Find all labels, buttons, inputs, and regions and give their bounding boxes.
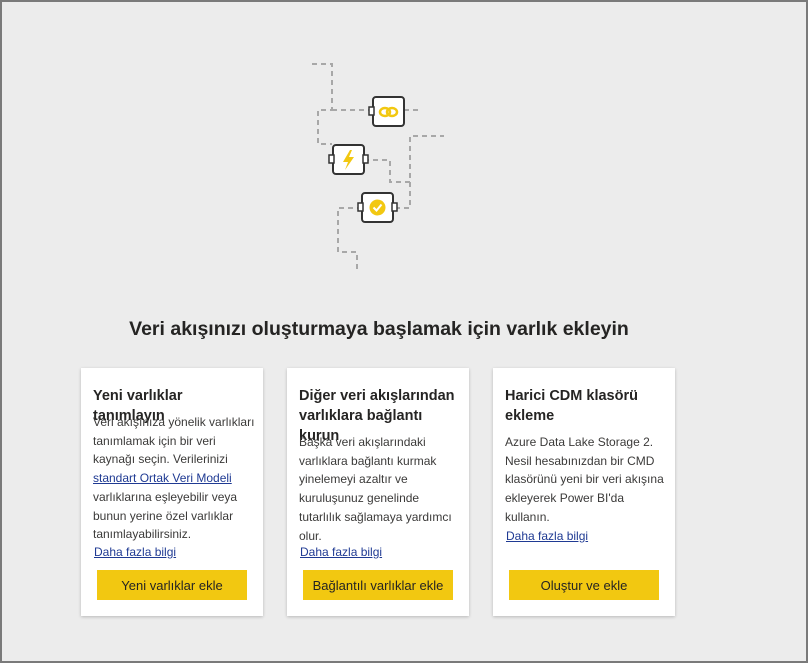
add-linked-entities-button[interactable]: Bağlantılı varlıklar ekle (303, 570, 453, 600)
link-node (368, 96, 405, 127)
card-external-cdm-folder: Harici CDM klasörü ekleme Azure Data Lak… (493, 368, 675, 616)
card-link-entities: Diğer veri akışlarından varlıklara bağla… (287, 368, 469, 616)
learn-more-link[interactable]: Daha fazla bilgi (94, 545, 176, 559)
certified-node (357, 192, 398, 223)
cdm-standard-link[interactable]: standart Ortak Veri Modeli (93, 471, 232, 485)
lightning-node (328, 144, 369, 175)
dataflow-start-page: Veri akışınızı oluşturmaya başlamak için… (0, 0, 808, 663)
learn-more-link[interactable]: Daha fazla bilgi (506, 529, 588, 543)
card-description: Başka veri akışlarındaki varlıklara bağl… (299, 435, 452, 543)
dataflow-illustration (312, 63, 444, 272)
learn-more-link[interactable]: Daha fazla bilgi (300, 545, 382, 559)
card-description: Veri akışınıza yönelik varlıkları tanıml… (93, 415, 255, 542)
card-description: Azure Data Lake Storage 2. Nesil hesabın… (505, 435, 664, 524)
create-and-attach-button[interactable]: Oluştur ve ekle (509, 570, 659, 600)
add-new-entities-button[interactable]: Yeni varlıklar ekle (97, 570, 247, 600)
certified-badge-icon (369, 199, 386, 216)
card-define-new-entities: Yeni varlıklar tanımlayın Veri akışınıza… (81, 368, 263, 616)
page-title: Veri akışınızı oluşturmaya başlamak için… (129, 318, 629, 340)
card-title: Harici CDM klasörü ekleme (505, 388, 638, 424)
